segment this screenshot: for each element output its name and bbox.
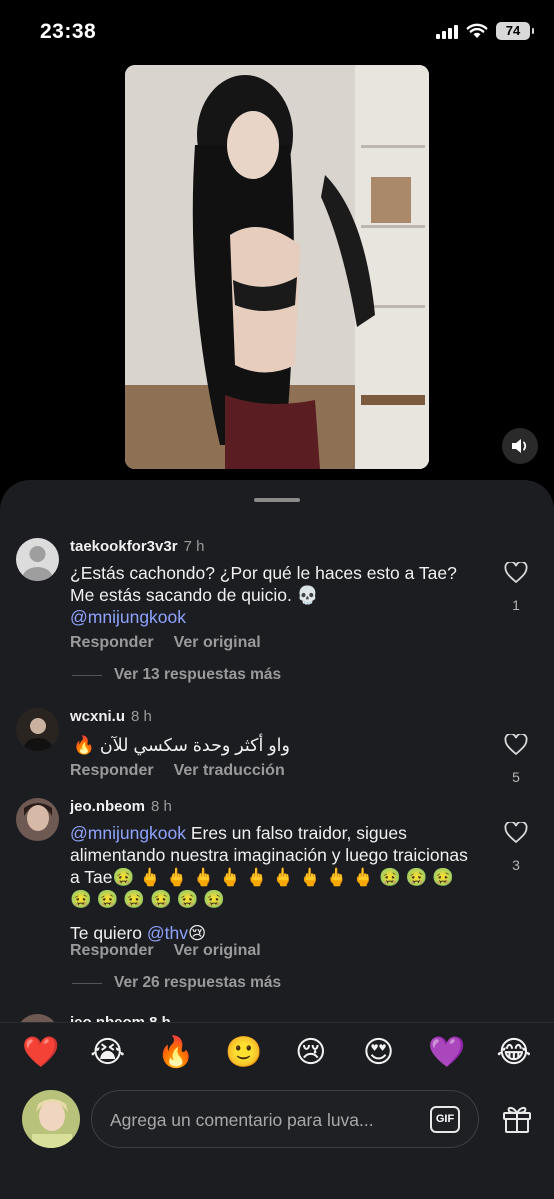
comment-time: 8 h — [131, 708, 152, 725]
comment-actions: Responder Ver original — [70, 942, 281, 960]
avatar[interactable] — [16, 538, 59, 581]
like-control: 1 — [504, 560, 528, 613]
emoji-laughing-button[interactable]: 😂 — [496, 1035, 532, 1070]
gif-button[interactable]: GIF — [430, 1106, 460, 1133]
emoji-sad-button[interactable]: 😢 — [293, 1035, 329, 1070]
emoji-heart-eyes-button[interactable]: 😍 — [361, 1035, 397, 1070]
comment-body: ¿Estás cachondo? ¿Por qué le haces esto … — [70, 563, 457, 605]
emoji-smile-button[interactable]: 🙂 — [225, 1035, 262, 1070]
current-user-avatar — [22, 1090, 80, 1148]
comment-input-row: Agrega un comentario para luva... GIF — [0, 1082, 554, 1199]
comment-header: jeo.nbeom 8 h — [70, 798, 172, 815]
comment-input[interactable]: Agrega un comentario para luva... GIF — [91, 1090, 479, 1148]
view-replies-button[interactable]: Ver 26 respuestas más — [72, 974, 281, 992]
comment-mention[interactable]: @mnijungkook — [70, 607, 186, 627]
avatar[interactable] — [16, 708, 59, 751]
emoji-crying-button[interactable]: 😭 — [90, 1035, 126, 1070]
comment-header: wcxni.u 8 h — [70, 708, 152, 725]
speaker-icon — [512, 439, 527, 453]
comment-username[interactable]: wcxni.u — [70, 708, 125, 725]
like-count: 1 — [512, 597, 520, 613]
like-control: 5 — [504, 732, 528, 785]
comment-line-2-suffix: 😢 — [187, 923, 207, 943]
comment-mention-thv[interactable]: @thv — [147, 923, 188, 943]
comment-text: @mnijungkook Eres un falso traidor, sigu… — [70, 822, 480, 944]
comment-time: 7 h — [183, 538, 205, 555]
video-player[interactable] — [125, 65, 429, 469]
see-translation-button[interactable]: Ver traducción — [174, 762, 285, 779]
wifi-icon — [466, 23, 488, 38]
comment-mention[interactable]: @mnijungkook — [70, 823, 186, 843]
heart-icon[interactable] — [504, 560, 528, 584]
comment-actions: Responder Ver original — [70, 634, 281, 652]
reply-button[interactable]: Responder — [70, 762, 154, 779]
view-replies-label: Ver 26 respuestas más — [114, 974, 282, 991]
like-count: 3 — [512, 857, 520, 873]
sheet-drag-handle[interactable] — [254, 498, 300, 502]
like-control: 3 — [504, 820, 528, 873]
reply-button[interactable]: Responder — [70, 634, 154, 651]
gift-icon — [503, 1106, 531, 1133]
see-original-button[interactable]: Ver original — [174, 942, 261, 959]
comment-header: taekookfor3v3r 7 h — [70, 538, 204, 555]
status-icons: 74 — [436, 22, 534, 40]
see-original-button[interactable]: Ver original — [174, 634, 261, 651]
comment-time: 8 h — [151, 798, 172, 815]
reply-button[interactable]: Responder — [70, 942, 154, 959]
comment-input-placeholder: Agrega un comentario para luva... — [110, 1110, 374, 1130]
heart-icon[interactable] — [504, 732, 528, 756]
comment-username[interactable]: taekookfor3v3r — [70, 538, 178, 555]
comment-actions: Responder Ver traducción — [70, 762, 305, 780]
view-replies-button[interactable]: Ver 13 respuestas más — [72, 666, 281, 684]
emoji-reaction-bar: ❤️ 😭 🔥 🙂 😢 😍 💜 😂 — [0, 1022, 554, 1082]
comment-line-2: Te quiero @thv😢 — [70, 922, 480, 944]
status-time: 23:38 — [40, 20, 97, 43]
gift-button[interactable] — [501, 1102, 533, 1134]
view-replies-label: Ver 13 respuestas más — [114, 666, 282, 683]
emoji-heart-button[interactable]: ❤️ — [22, 1035, 59, 1070]
like-count: 5 — [512, 769, 520, 785]
comment-body: واو أكثر وحدة سكسي للآن 🔥 — [73, 735, 290, 755]
sound-toggle-button[interactable] — [502, 428, 538, 464]
emoji-purple-heart-button[interactable]: 💜 — [428, 1035, 465, 1070]
emoji-fire-button[interactable]: 🔥 — [157, 1035, 194, 1070]
avatar[interactable] — [16, 798, 59, 841]
comment-username[interactable]: jeo.nbeom — [70, 798, 145, 815]
heart-icon[interactable] — [504, 820, 528, 844]
signal-icon — [436, 23, 458, 39]
comment-text: ¿Estás cachondo? ¿Por qué le haces esto … — [70, 562, 480, 628]
comment-actions — [70, 744, 90, 762]
comment-line-2-prefix: Te quiero — [70, 923, 147, 943]
video-frame — [125, 65, 429, 469]
battery-icon: 74 — [496, 22, 534, 40]
comment-text: واو أكثر وحدة سكسي للآن 🔥 — [70, 734, 480, 756]
status-bar: 23:38 74 — [0, 0, 554, 66]
